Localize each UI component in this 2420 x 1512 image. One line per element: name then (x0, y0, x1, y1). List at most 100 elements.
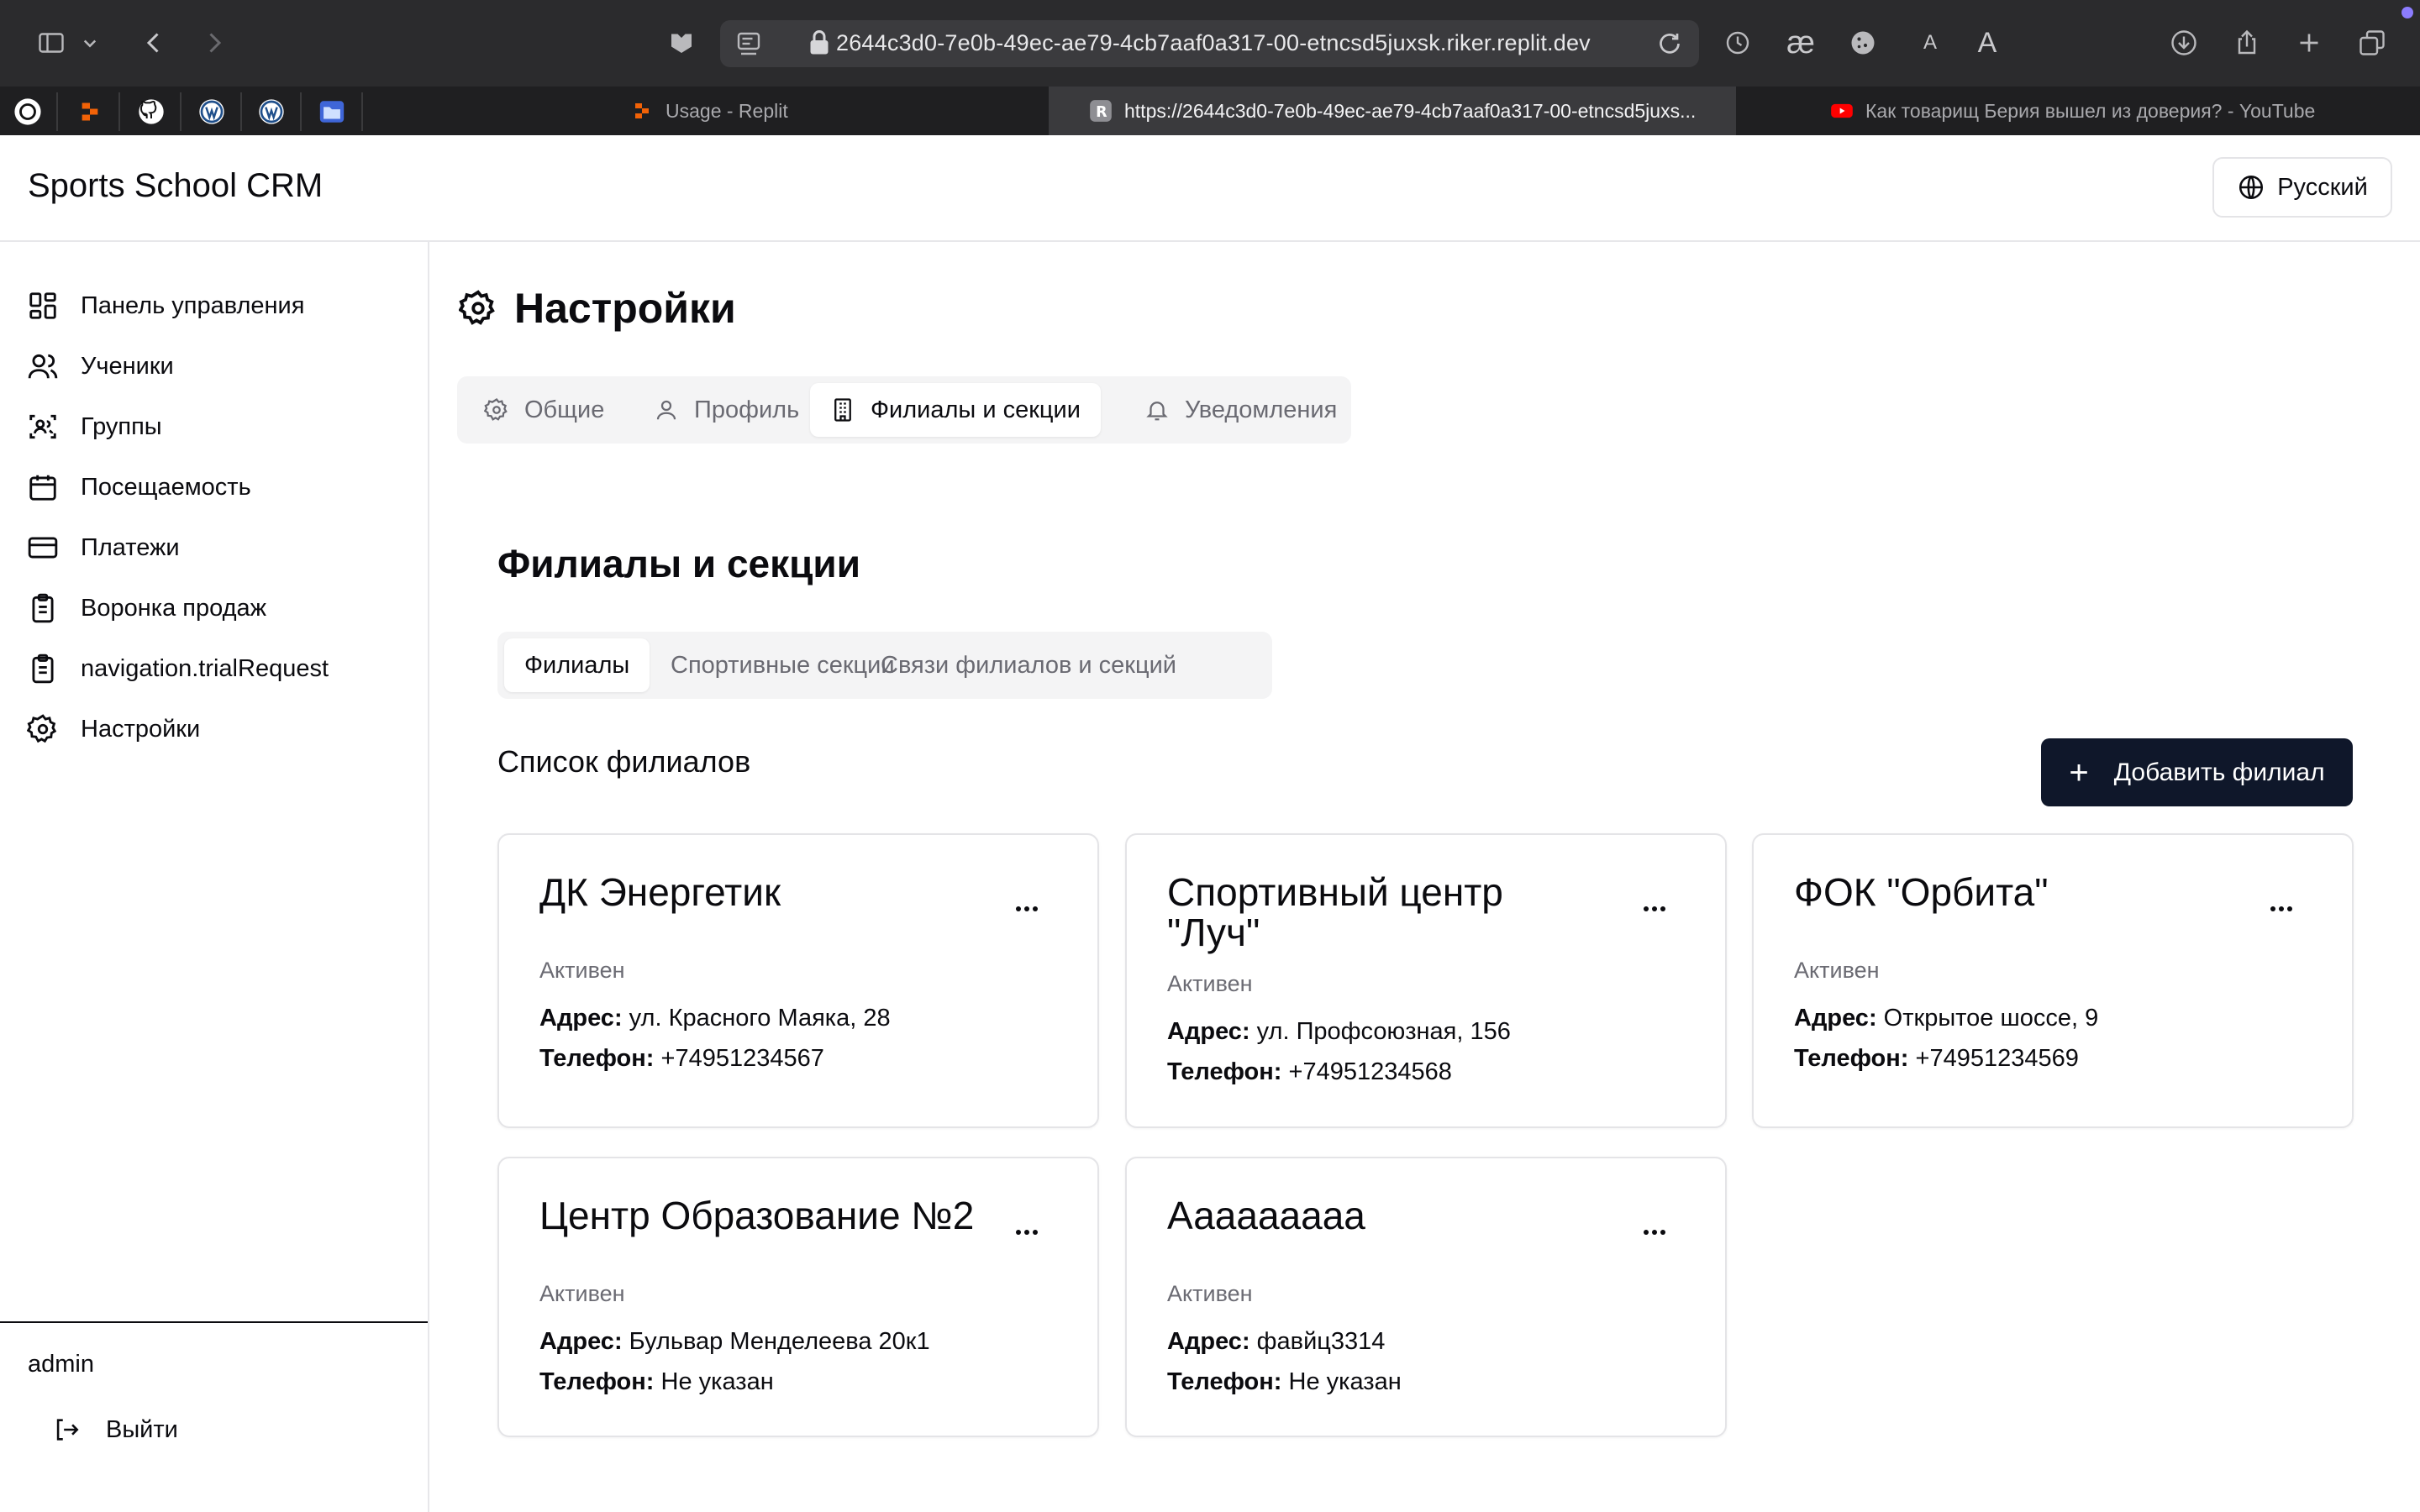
history-icon[interactable] (1717, 22, 1759, 64)
sidebar-item-students[interactable]: Ученики (27, 344, 174, 388)
sidebar-item-label: Ученики (81, 352, 174, 380)
tab-branch-section-links[interactable]: Связи филиалов и секций (860, 638, 1197, 692)
cookie-icon[interactable] (1842, 22, 1884, 64)
reader-icon[interactable] (729, 24, 769, 64)
tab-label: Уведомления (1185, 396, 1338, 423)
page-title: Настройки (459, 284, 736, 333)
browser-toolbar: 2644c3d0-7e0b-49ec-ae79-4cb7aaf0a317-00-… (0, 0, 2420, 87)
pin-separator (180, 92, 182, 131)
download-icon[interactable] (2163, 22, 2205, 64)
phone-value: +74951234567 (660, 1045, 824, 1072)
forward-icon[interactable] (193, 22, 235, 64)
sidebar-item-attendance[interactable]: Посещаемость (27, 465, 251, 509)
tab-label: Филиалы (524, 651, 630, 679)
extension-icon[interactable] (660, 22, 702, 64)
sidebar-item-label: navigation.trialRequest (81, 654, 329, 682)
settings-tabs: Общие Профиль Филиалы и секции Уведомлен… (457, 376, 1351, 444)
folder-icon[interactable] (313, 92, 351, 131)
tab-profile[interactable]: Профиль (634, 383, 819, 437)
browser-tab-title: Как товарищ Берия вышел из доверия? - Yo… (1865, 99, 2316, 122)
tab-branches[interactable]: Филиалы (504, 638, 650, 692)
replit-icon[interactable] (71, 92, 109, 131)
sidebar-item-label: Панель управления (81, 291, 305, 319)
url-text[interactable]: 2644c3d0-7e0b-49ec-ae79-4cb7aaf0a317-00-… (836, 30, 1591, 56)
wordpress-icon[interactable] (192, 92, 231, 131)
chevron-down-icon[interactable] (77, 22, 103, 64)
address-label: Адрес: (1167, 1018, 1250, 1045)
openai-icon[interactable] (8, 92, 47, 131)
address-value: ул. Красного Маяка, 28 (629, 1005, 891, 1032)
users-icon (28, 354, 58, 379)
back-icon[interactable] (133, 22, 175, 64)
address-bar[interactable]: 2644c3d0-7e0b-49ec-ae79-4cb7aaf0a317-00-… (720, 20, 1699, 67)
browser-tab-title: https://2644c3d0-7e0b-49ec-ae79-4cb7aaf0… (1124, 99, 1697, 122)
ae-icon[interactable]: æ (1780, 22, 1822, 64)
branch-status: Активен (1167, 971, 1253, 996)
tabs-overview-icon[interactable] (2351, 22, 2393, 64)
sidebar-item-label: Настройки (81, 715, 201, 743)
logout-button[interactable]: Выйти (52, 1406, 178, 1453)
sidebar-item-sales-funnel[interactable]: Воронка продаж (27, 586, 266, 630)
more-options-icon[interactable] (1003, 892, 1050, 926)
text-larger-icon[interactable]: A (1966, 22, 2008, 64)
tab-general[interactable]: Общие (464, 383, 624, 437)
address-label: Адрес: (539, 1005, 623, 1032)
sidebar-item-dashboard[interactable]: Панель управления (27, 284, 304, 328)
sidebar-item-trial-request[interactable]: navigation.trialRequest (27, 647, 329, 690)
gear-icon (27, 714, 57, 743)
more-options-icon[interactable] (1631, 892, 1678, 926)
sidebar-item-settings[interactable]: Настройки (27, 707, 200, 751)
phone-label: Телефон: (1794, 1045, 1909, 1072)
logout-label: Выйти (106, 1415, 178, 1443)
sidebar-item-payments[interactable]: Платежи (27, 526, 180, 570)
text-smaller-icon[interactable]: A (1909, 22, 1951, 64)
sidebar-item-label: Воронка продаж (81, 594, 267, 622)
branch-address: Адрес: фавйц3314 (1167, 1328, 1385, 1356)
replit-icon (630, 99, 654, 123)
browser-tab-title: Usage - Replit (666, 99, 788, 122)
browser-tab[interactable]: Usage - Replit (363, 87, 1049, 135)
more-options-icon[interactable] (1003, 1215, 1050, 1249)
more-options-icon[interactable] (1631, 1215, 1678, 1249)
user-icon (656, 400, 676, 420)
youtube-icon (1830, 99, 1854, 123)
address-label: Адрес: (1167, 1328, 1250, 1355)
clipboard-icon (32, 654, 54, 684)
notification-dot (2402, 7, 2413, 18)
sidebar-item-label: Группы (81, 412, 162, 440)
github-icon[interactable] (132, 92, 171, 131)
dashboard-icon (29, 292, 56, 319)
branch-subtabs: Филиалы Спортивные секции Связи филиалов… (497, 632, 1272, 699)
groups-icon (29, 414, 56, 439)
wordpress-icon[interactable] (252, 92, 291, 131)
logout-icon (56, 1419, 79, 1441)
tab-notifications[interactable]: Уведомления (1124, 383, 1357, 437)
sidebar-item-label: Платежи (81, 533, 180, 561)
browser-tab-active[interactable]: R https://2644c3d0-7e0b-49ec-ae79-4cb7aa… (1049, 87, 1736, 135)
sidebar-item-groups[interactable]: Группы (27, 405, 162, 449)
tab-branches-sections[interactable]: Филиалы и секции (810, 383, 1101, 437)
phone-value: Не указан (660, 1368, 774, 1395)
branch-name: ДК Энергетик (539, 870, 781, 914)
branch-address: Адрес: Бульвар Менделеева 20к1 (539, 1328, 930, 1356)
clipboard-icon (32, 593, 54, 623)
share-icon[interactable] (2226, 22, 2268, 64)
reload-icon[interactable] (1651, 25, 1688, 62)
app-header: Sports School CRM Русский (0, 135, 2420, 242)
address-value: Открытое шоссе, 9 (1883, 1005, 2099, 1032)
tab-label: Связи филиалов и секций (881, 651, 1177, 679)
address-value: фавйц3314 (1256, 1328, 1386, 1355)
language-button[interactable]: Русский (2212, 157, 2392, 218)
more-options-icon[interactable] (2258, 892, 2305, 926)
tab-label: Общие (524, 396, 605, 423)
phone-value: +74951234569 (1915, 1045, 2079, 1072)
branch-phone: Телефон: +74951234568 (1167, 1058, 1452, 1086)
browser-tab[interactable]: Как товарищ Берия вышел из доверия? - Yo… (1736, 87, 2420, 135)
calendar-icon (29, 475, 56, 501)
branch-address: Адрес: ул. Красного Маяка, 28 (539, 1005, 891, 1032)
replit-r-icon: R (1089, 99, 1113, 123)
sidebar-icon[interactable] (30, 22, 72, 64)
building-icon (834, 398, 851, 422)
new-tab-icon[interactable] (2288, 22, 2330, 64)
add-branch-button[interactable]: + Добавить филиал (2041, 738, 2353, 806)
